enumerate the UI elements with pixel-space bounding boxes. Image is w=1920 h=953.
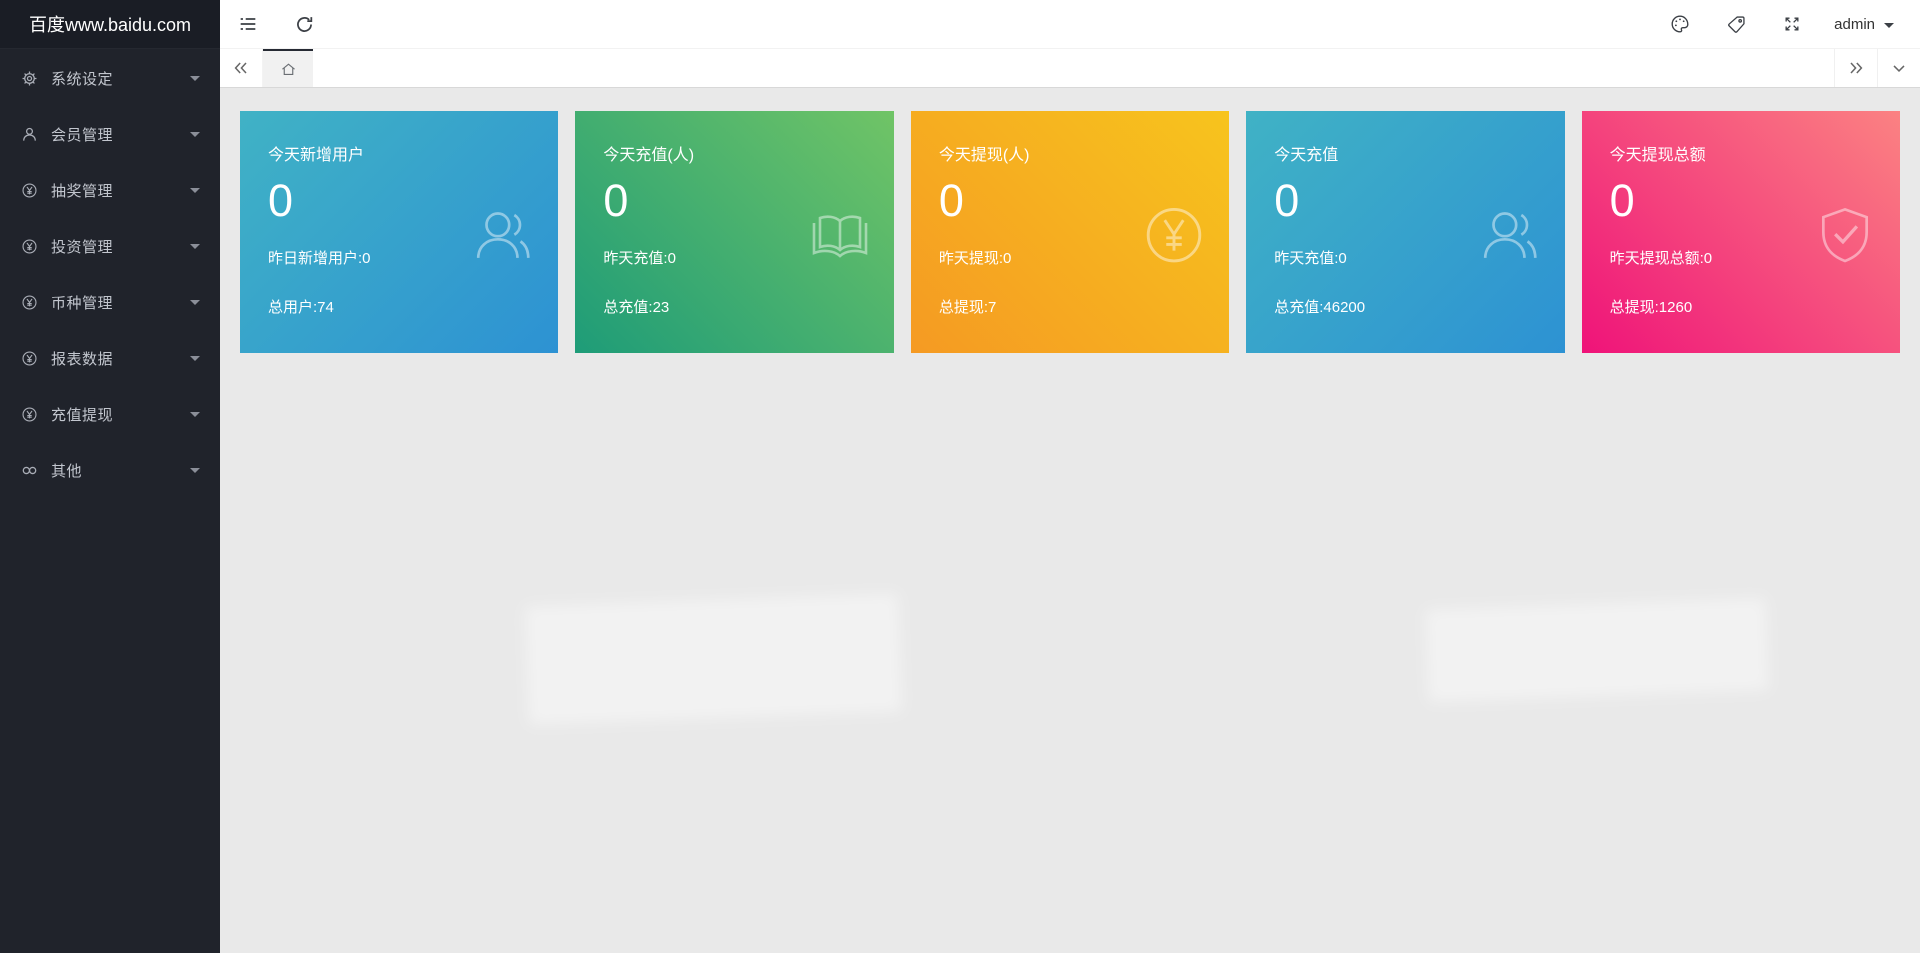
main-area: admin [220,0,1920,953]
stat-card-new-users: 今天新增用户 0 昨日新增用户:0 总用户:74 [240,111,558,353]
chevron-down-icon [190,356,200,361]
shield-check-icon [1812,202,1878,273]
chevron-down-icon [190,76,200,81]
sidebar-item-label: 系统设定 [51,68,113,89]
stat-card-withdraw-total: 今天提现总额 0 昨天提现总额:0 总提现:1260 [1582,111,1900,353]
card-total-stat: 总充值:23 [603,296,865,317]
sidebar-item-system-settings[interactable]: 系统设定 [0,50,220,106]
book-icon [808,203,872,272]
fullscreen-button[interactable] [1764,0,1820,48]
dashboard-content: 今天新增用户 0 昨日新增用户:0 总用户:74 今天充值(人) 0 昨天充值:… [220,88,1920,953]
double-chevron-right-icon [1846,58,1866,78]
sidebar-item-label: 投资管理 [51,236,113,257]
sidebar-menu: 系统设定 会员管理 抽奖管理 [0,49,220,498]
user-dropdown[interactable]: admin [1820,0,1920,48]
fullscreen-icon [1782,14,1802,34]
topbar: admin [220,0,1920,49]
sidebar-item-other[interactable]: 其他 [0,442,220,498]
theme-button[interactable] [1652,0,1708,48]
ghost-watermark [525,594,902,725]
card-title: 今天新增用户 [268,141,530,165]
sidebar-item-label: 充值提现 [51,404,113,425]
sidebar-item-currency-management[interactable]: 币种管理 [0,274,220,330]
toggle-sidebar-button[interactable] [220,0,276,48]
stat-card-recharge-people: 今天充值(人) 0 昨天充值:0 总充值:23 [575,111,893,353]
sidebar-item-recharge-withdraw[interactable]: 充值提现 [0,386,220,442]
sidebar-item-report-data[interactable]: 报表数据 [0,330,220,386]
users-icon [470,202,536,273]
topbar-right: admin [1652,0,1920,48]
tabs-menu-button[interactable] [1877,49,1920,87]
stat-card-recharge-amount: 今天充值 0 昨天充值:0 总充值:46200 [1246,111,1564,353]
refresh-button[interactable] [276,0,332,48]
chevron-down-icon [1884,23,1894,28]
card-total-stat: 总提现:7 [939,296,1201,317]
stat-cards-row: 今天新增用户 0 昨日新增用户:0 总用户:74 今天充值(人) 0 昨天充值:… [240,111,1900,353]
card-title: 今天充值(人) [603,141,865,165]
tag-button[interactable] [1708,0,1764,48]
tab-home[interactable] [263,49,313,87]
card-total-stat: 总用户:74 [268,296,530,317]
rmb-icon [20,293,38,311]
sidebar-item-label: 抽奖管理 [51,180,113,201]
card-title: 今天提现总额 [1610,141,1872,165]
refresh-icon [294,14,315,35]
tabs-scroll-right-button[interactable] [1834,49,1877,87]
card-total-stat: 总充值:46200 [1274,296,1536,317]
sidebar-item-label: 币种管理 [51,292,113,313]
sidebar-item-lottery-management[interactable]: 抽奖管理 [0,162,220,218]
rmb-icon [20,349,38,367]
tabs-scroll-left-button[interactable] [220,49,263,87]
topbar-left [220,0,332,48]
sidebar-item-investment-management[interactable]: 投资管理 [0,218,220,274]
double-chevron-left-icon [231,58,251,78]
gear-icon [20,69,38,87]
tag-icon [1726,14,1747,35]
tabbar-spacer [313,49,1834,87]
username: admin [1834,16,1875,33]
stat-card-withdraw-people: 今天提现(人) 0 昨天提现:0 总提现:7 [911,111,1229,353]
card-total-stat: 总提现:1260 [1610,296,1872,317]
user-icon [20,125,38,143]
chevron-down-icon [190,188,200,193]
sidebar-item-label: 报表数据 [51,348,113,369]
sidebar: 百度www.baidu.com 系统设定 会员管理 [0,0,220,953]
app-logo: 百度www.baidu.com [0,0,220,49]
ghost-watermark [1425,598,1768,702]
home-icon [280,61,297,78]
card-title: 今天提现(人) [939,141,1201,165]
chevron-down-icon [190,412,200,417]
sidebar-item-member-management[interactable]: 会员管理 [0,106,220,162]
chevron-down-icon [1889,58,1909,78]
yen-circle-icon [1141,202,1207,273]
rmb-icon [20,237,38,255]
sidebar-item-label: 会员管理 [51,124,113,145]
chevron-down-icon [190,244,200,249]
sidebar-item-label: 其他 [51,460,82,481]
chevron-down-icon [190,300,200,305]
tabbar [220,49,1920,88]
link-icon [20,461,38,479]
card-title: 今天充值 [1274,141,1536,165]
chevron-down-icon [190,468,200,473]
rmb-icon [20,181,38,199]
users-icon [1477,202,1543,273]
palette-icon [1669,13,1691,35]
rmb-icon [20,405,38,423]
chevron-down-icon [190,132,200,137]
toggle-sidebar-icon [237,13,259,35]
